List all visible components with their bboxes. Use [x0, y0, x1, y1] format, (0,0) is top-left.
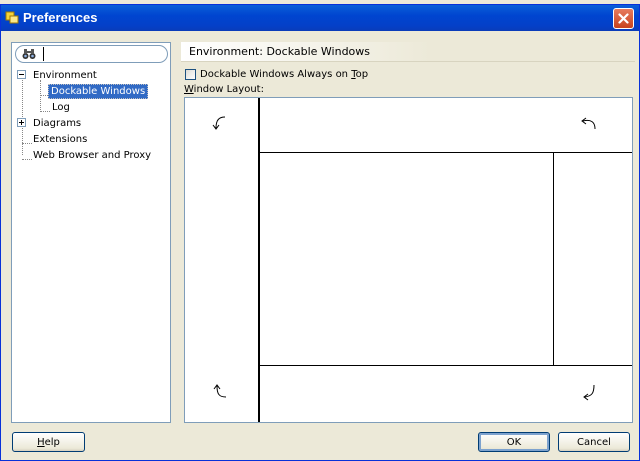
- tree-item-label: Web Browser and Proxy: [33, 149, 152, 161]
- tree-item-web-browser-and-proxy[interactable]: Web Browser and Proxy: [33, 147, 151, 163]
- cancel-button[interactable]: Cancel: [558, 432, 630, 452]
- rotate-arrow-icon[interactable]: [579, 381, 601, 403]
- rotate-arrow-icon[interactable]: [209, 381, 231, 403]
- rotate-arrow-icon[interactable]: [209, 112, 231, 134]
- window-layout-diagram: [184, 97, 633, 423]
- window-layout-label: Window Layout:: [184, 84, 264, 95]
- settings-panel: Environment: Dockable Windows Dockable W…: [181, 42, 635, 423]
- tree-connector: [22, 159, 32, 160]
- rotate-arrow-icon[interactable]: [579, 112, 601, 134]
- panel-title: Environment: Dockable Windows: [189, 45, 371, 58]
- tree-item-environment[interactable]: Environment: [17, 67, 97, 83]
- help-button[interactable]: Help: [12, 432, 85, 452]
- binoculars-icon: [22, 49, 36, 59]
- search-input[interactable]: [43, 47, 163, 61]
- collapse-icon[interactable]: [17, 70, 26, 79]
- expand-icon[interactable]: [17, 118, 26, 127]
- dialog-content: Environment Dockable Windows Log Diagram…: [4, 31, 636, 455]
- layout-divider-left[interactable]: [258, 98, 260, 422]
- always-on-top-label: Dockable Windows Always on Top: [200, 69, 369, 80]
- layout-divider-right[interactable]: [553, 153, 554, 365]
- tree-item-label: Extensions: [33, 133, 88, 145]
- title-bar[interactable]: Preferences: [1, 5, 639, 31]
- navigation-tree-panel: Environment Dockable Windows Log Diagram…: [11, 42, 171, 423]
- tree-connector: [40, 80, 41, 112]
- tree-connector: [40, 111, 50, 112]
- preferences-dialog: Preferences Environment Dockable Windows…: [0, 4, 640, 461]
- tree-item-diagrams[interactable]: Diagrams: [17, 115, 81, 131]
- tree-item-label: Environment: [33, 69, 97, 81]
- always-on-top-option[interactable]: Dockable Windows Always on Top: [185, 69, 368, 80]
- search-field[interactable]: [15, 45, 168, 63]
- tree-connector: [22, 143, 32, 144]
- panel-header: Environment: Dockable Windows: [181, 42, 635, 62]
- ok-button[interactable]: OK: [478, 432, 550, 452]
- tree-item-label: Log: [52, 101, 70, 113]
- tree-item-extensions[interactable]: Extensions: [33, 131, 87, 147]
- preferences-icon: [5, 11, 19, 24]
- close-button[interactable]: [613, 8, 634, 29]
- dialog-title: Preferences: [23, 10, 98, 25]
- tree-item-label: Dockable Windows: [48, 83, 149, 99]
- layout-divider-top[interactable]: [258, 152, 632, 153]
- close-icon: [618, 13, 629, 24]
- tree-item-log[interactable]: Log: [52, 99, 70, 115]
- tree-item-dockable-windows[interactable]: Dockable Windows: [48, 83, 149, 99]
- always-on-top-checkbox[interactable]: [185, 69, 196, 80]
- tree-item-label: Diagrams: [33, 117, 82, 129]
- layout-divider-bottom[interactable]: [258, 365, 632, 366]
